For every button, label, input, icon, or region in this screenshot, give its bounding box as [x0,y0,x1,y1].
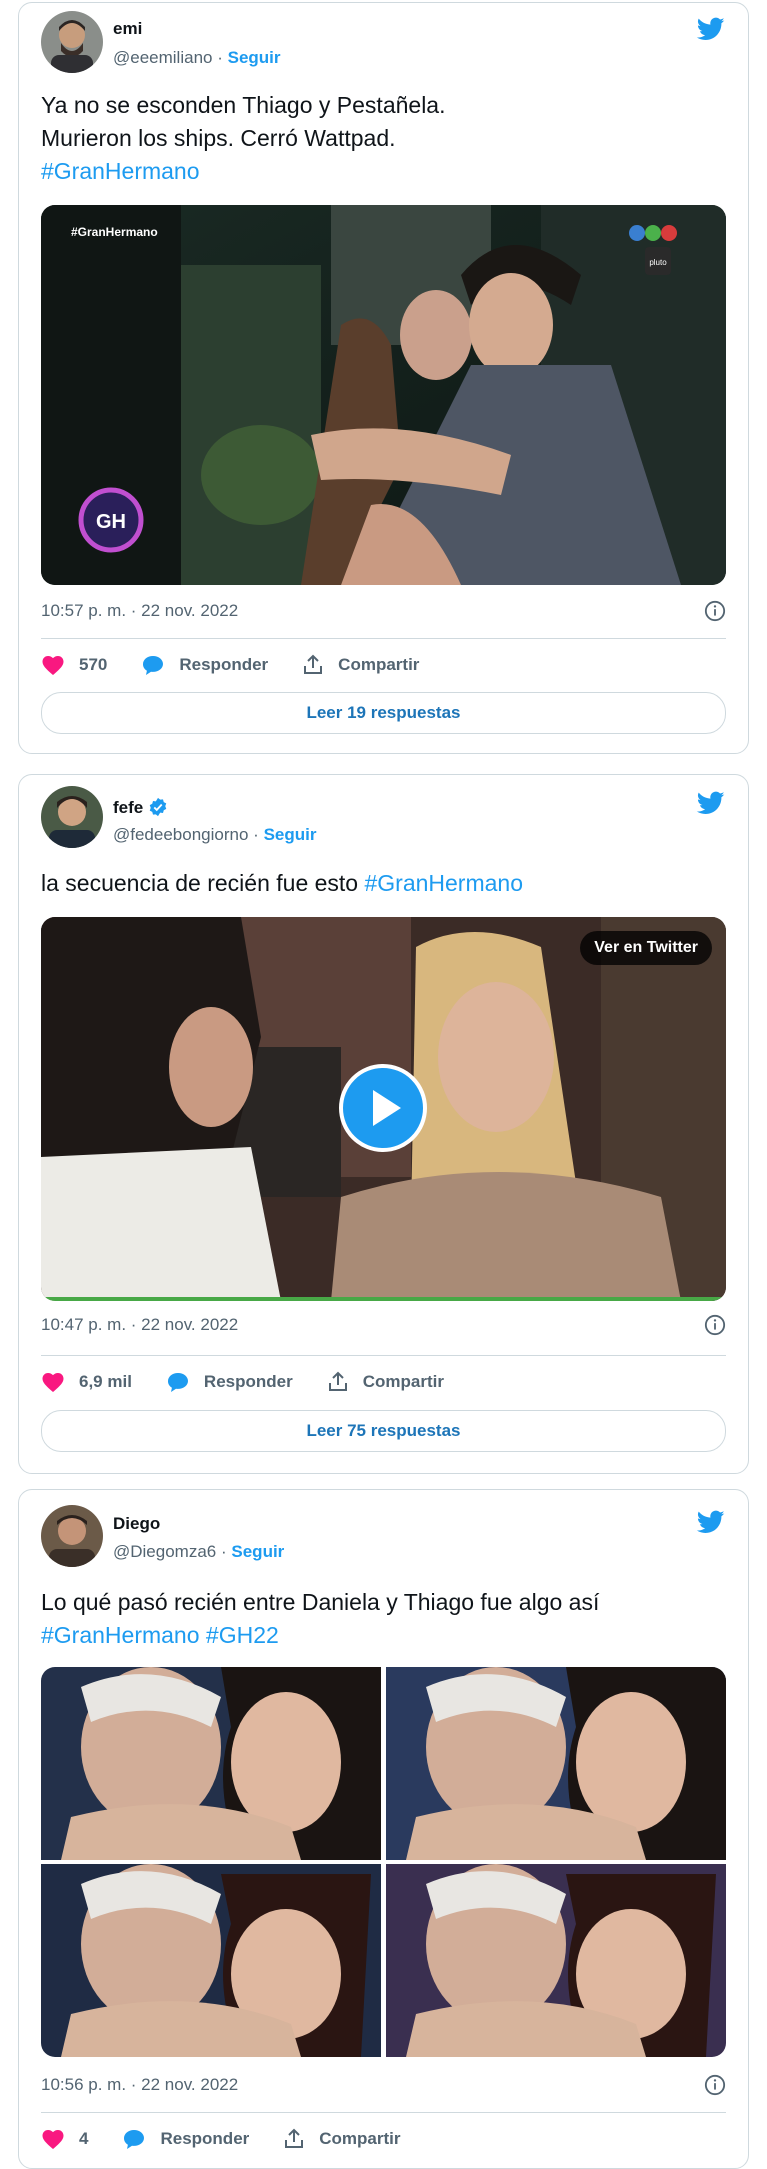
reply-button[interactable]: Responder [122,2128,249,2150]
author-handle[interactable]: @eeemiliano [113,48,212,67]
share-label: Compartir [362,1372,444,1391]
author-name[interactable]: Diego [113,1514,160,1534]
info-icon[interactable] [704,2074,726,2096]
hashtag-link[interactable]: #GranHermano [41,155,726,188]
like-button[interactable]: 570 [41,654,107,676]
tweet-media-image[interactable] [386,1864,726,2057]
share-icon [285,2128,304,2148]
tweet-text: Lo qué pasó recién entre Daniela y Thiag… [41,1586,726,1652]
author-name[interactable]: emi [113,19,142,39]
tweet-card: emi @eeemiliano · Seguir Ya no se escond… [18,2,749,754]
tweet-actions: 6,9 mil Responder Compartir [41,1371,478,1393]
like-button[interactable]: 6,9 mil [41,1371,132,1393]
tweet-media-image[interactable] [41,1667,381,1860]
author-handle[interactable]: @Diegomza6 [113,1542,216,1561]
heart-icon [42,1373,64,1392]
tweet-media-image[interactable]: GH pluto #GranHermano [41,205,726,585]
share-button[interactable]: Compartir [302,654,419,676]
read-replies-button[interactable]: Leer 75 respuestas [41,1410,726,1452]
avatar[interactable] [41,1505,103,1567]
reply-button[interactable]: Responder [141,654,268,676]
reply-label: Responder [179,655,269,674]
share-icon [328,1371,347,1391]
share-icon [304,654,323,674]
divider [41,1355,726,1356]
separator-dot: · [217,48,223,67]
tweet-text: la secuencia de recién fue esto #GranHer… [41,867,726,900]
hashtag-link[interactable]: #GranHermano #GH22 [41,1619,726,1652]
author-handle[interactable]: @fedeebongiorno [113,825,248,844]
tweet-text-line: Lo qué pasó recién entre Daniela y Thiag… [41,1589,600,1615]
follow-link[interactable]: Seguir [228,48,281,67]
twitter-bird-icon[interactable] [694,1508,728,1536]
tweet-media-image[interactable] [386,1667,726,1860]
play-button[interactable] [339,1064,427,1152]
separator-dot: · [253,825,259,844]
heart-icon [42,656,64,675]
author-name-line: fefe [113,797,168,818]
like-count: 4 [79,2129,89,2148]
hashtag-link[interactable]: #GranHermano [364,870,523,896]
author-handle-line: @Diegomza6 · Seguir [113,1542,284,1562]
reply-bubble-icon [124,2130,145,2149]
svg-text:GH: GH [96,511,126,533]
author-handle-line: @eeemiliano · Seguir [113,48,281,68]
avatar[interactable] [41,11,103,73]
avatar[interactable] [41,786,103,848]
tweet-timestamp[interactable]: 10:56 p. m. · 22 nov. 2022 [41,2075,238,2095]
tweet-text-line: la secuencia de recién fue esto [41,870,365,896]
author-name[interactable]: fefe [113,798,143,817]
tweet-timestamp[interactable]: 10:57 p. m. · 22 nov. 2022 [41,601,238,621]
tweet-text-line: Ya no se esconden Thiago y Pestañela. [41,92,446,118]
share-button[interactable]: Compartir [283,2128,401,2150]
tweet-timestamp[interactable]: 10:47 p. m. · 22 nov. 2022 [41,1315,238,1335]
twitter-bird-icon[interactable] [694,15,728,43]
play-icon [373,1090,401,1126]
divider [41,638,726,639]
share-label: Compartir [338,655,420,674]
verified-badge-icon [149,797,167,817]
view-on-twitter-button[interactable]: Ver en Twitter [580,931,712,965]
twitter-bird-icon[interactable] [694,789,728,817]
media-watermark: #GranHermano [71,225,158,239]
tweet-video[interactable]: Ver en Twitter [41,917,726,1301]
reply-label: Responder [160,2129,250,2148]
tweet-text-line: Murieron los ships. Cerró Wattpad. [41,125,396,151]
divider [41,2112,726,2113]
tweet-actions: 570 Responder Compartir [41,654,453,676]
share-label: Compartir [319,2129,401,2148]
heart-icon [42,2130,64,2149]
info-icon[interactable] [704,1314,726,1336]
tweet-card: fefe @fedeebongiorno · Seguir la secuenc… [18,774,749,1474]
share-button[interactable]: Compartir [327,1371,444,1393]
tweet-text: Ya no se esconden Thiago y Pestañela. Mu… [41,89,726,188]
tweet-media-grid [41,1667,726,2057]
separator-dot: · [220,1542,227,1561]
info-icon[interactable] [704,600,726,622]
author-handle-line: @fedeebongiorno · Seguir [113,825,316,845]
like-count: 6,9 mil [79,1372,132,1391]
reply-bubble-icon [167,1373,188,1392]
follow-link[interactable]: Seguir [264,825,317,844]
reply-bubble-icon [143,656,164,675]
svg-text:pluto: pluto [649,258,667,267]
reply-label: Responder [203,1372,293,1391]
reply-button[interactable]: Responder [166,1371,293,1393]
like-button[interactable]: 4 [41,2128,88,2150]
tweet-media-image[interactable] [41,1864,381,2057]
follow-link[interactable]: Seguir [231,1542,284,1561]
like-count: 570 [79,655,108,674]
read-replies-button[interactable]: Leer 19 respuestas [41,692,726,734]
tweet-actions: 4 Responder Compartir [41,2128,435,2150]
tweet-card: Diego @Diegomza6 · Seguir Lo qué pasó re… [18,1489,749,2169]
